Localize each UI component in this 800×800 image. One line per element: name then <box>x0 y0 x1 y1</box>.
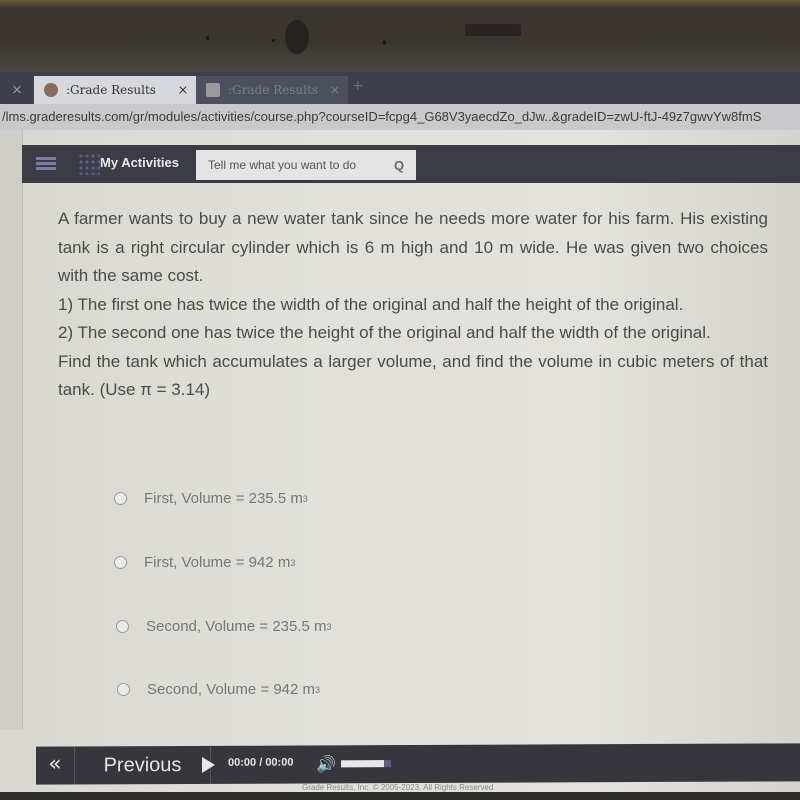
bezel-sensor <box>272 39 275 42</box>
superscript: 3 <box>315 684 321 695</box>
radio-button[interactable] <box>117 683 130 696</box>
option-label: First, Volume = 235.5 m <box>144 490 303 507</box>
activities-grid-icon <box>78 153 100 175</box>
search-icon[interactable]: Q <box>394 158 416 173</box>
question-paragraph: Find the tank which accumulates a larger… <box>58 351 768 400</box>
superscript: 3 <box>326 621 332 632</box>
play-icon[interactable] <box>202 756 215 773</box>
address-bar[interactable]: /lms.graderesults.com/gr/modules/activit… <box>0 104 800 130</box>
tab-title: :Grade Results <box>66 83 156 97</box>
option-label: Second, Volume = 942 m <box>147 681 316 698</box>
bezel-sensor <box>206 36 209 40</box>
new-tab-button[interactable]: + <box>352 78 364 94</box>
option-label: Second, Volume = 235.5 m <box>146 618 327 635</box>
webcam <box>285 20 309 54</box>
option-label: First, Volume = 942 m <box>144 554 291 571</box>
volume-fill <box>341 760 384 768</box>
hamburger-icon[interactable] <box>36 157 56 171</box>
answer-option[interactable]: Second, Volume = 235.5 m3 <box>116 618 332 635</box>
tab-title: :Grade Results <box>228 83 318 97</box>
double-chevron-left-icon[interactable]: « <box>36 746 75 785</box>
time-total: 00:00 <box>265 756 294 769</box>
site-favicon-icon <box>44 83 58 97</box>
answer-option[interactable]: First, Volume = 235.5 m3 <box>114 490 308 507</box>
radio-button[interactable] <box>116 620 129 633</box>
bezel-sensor <box>383 40 386 45</box>
site-favicon-icon <box>206 83 220 97</box>
question-paragraph: A farmer wants to buy a new water tank s… <box>58 209 768 285</box>
superscript: 3 <box>290 557 296 568</box>
time-current: 00:00 <box>228 756 257 769</box>
app-navbar: My Activities Tell me what you want to d… <box>22 145 800 183</box>
question-text: A farmer wants to buy a new water tank s… <box>58 205 768 405</box>
browser-tab[interactable]: :Grade Results × <box>196 76 348 104</box>
tab-close-icon[interactable]: × <box>0 76 34 104</box>
footer-toolbar: « Previous 00:00 / 00:00 🔊 <box>36 743 800 785</box>
volume-slider[interactable] <box>341 760 391 768</box>
laptop-bezel <box>0 0 800 72</box>
search-placeholder: Tell me what you want to do <box>208 158 357 172</box>
time-separator: / <box>256 756 266 769</box>
audio-time: 00:00 / 00:00 <box>228 757 293 769</box>
superscript: 3 <box>302 493 308 504</box>
bezel-slot <box>465 24 521 36</box>
question-paragraph: 1) The first one has twice the width of … <box>58 294 684 314</box>
volume-icon[interactable]: 🔊 <box>316 754 336 773</box>
radio-button[interactable] <box>114 556 127 569</box>
radio-button[interactable] <box>114 492 127 505</box>
tab-close-icon[interactable]: × <box>174 83 192 98</box>
copyright-text: Grade Results, Inc. © 2005-2023. All Rig… <box>302 783 494 792</box>
my-activities-link[interactable]: My Activities <box>100 155 179 170</box>
browser-tab-strip: × :Grade Results × :Grade Results × <box>0 72 800 104</box>
left-margin <box>0 130 23 730</box>
tab-close-icon[interactable]: × <box>326 83 344 98</box>
answer-option[interactable]: Second, Volume = 942 m3 <box>117 681 320 698</box>
search-input[interactable]: Tell me what you want to do Q <box>196 150 416 180</box>
laptop-bezel-bottom <box>0 792 800 800</box>
answer-option[interactable]: First, Volume = 942 m3 <box>114 554 295 571</box>
previous-button[interactable]: Previous <box>75 745 211 785</box>
browser-tab-active[interactable]: :Grade Results × <box>34 76 196 104</box>
question-paragraph: 2) The second one has twice the height o… <box>58 323 711 342</box>
